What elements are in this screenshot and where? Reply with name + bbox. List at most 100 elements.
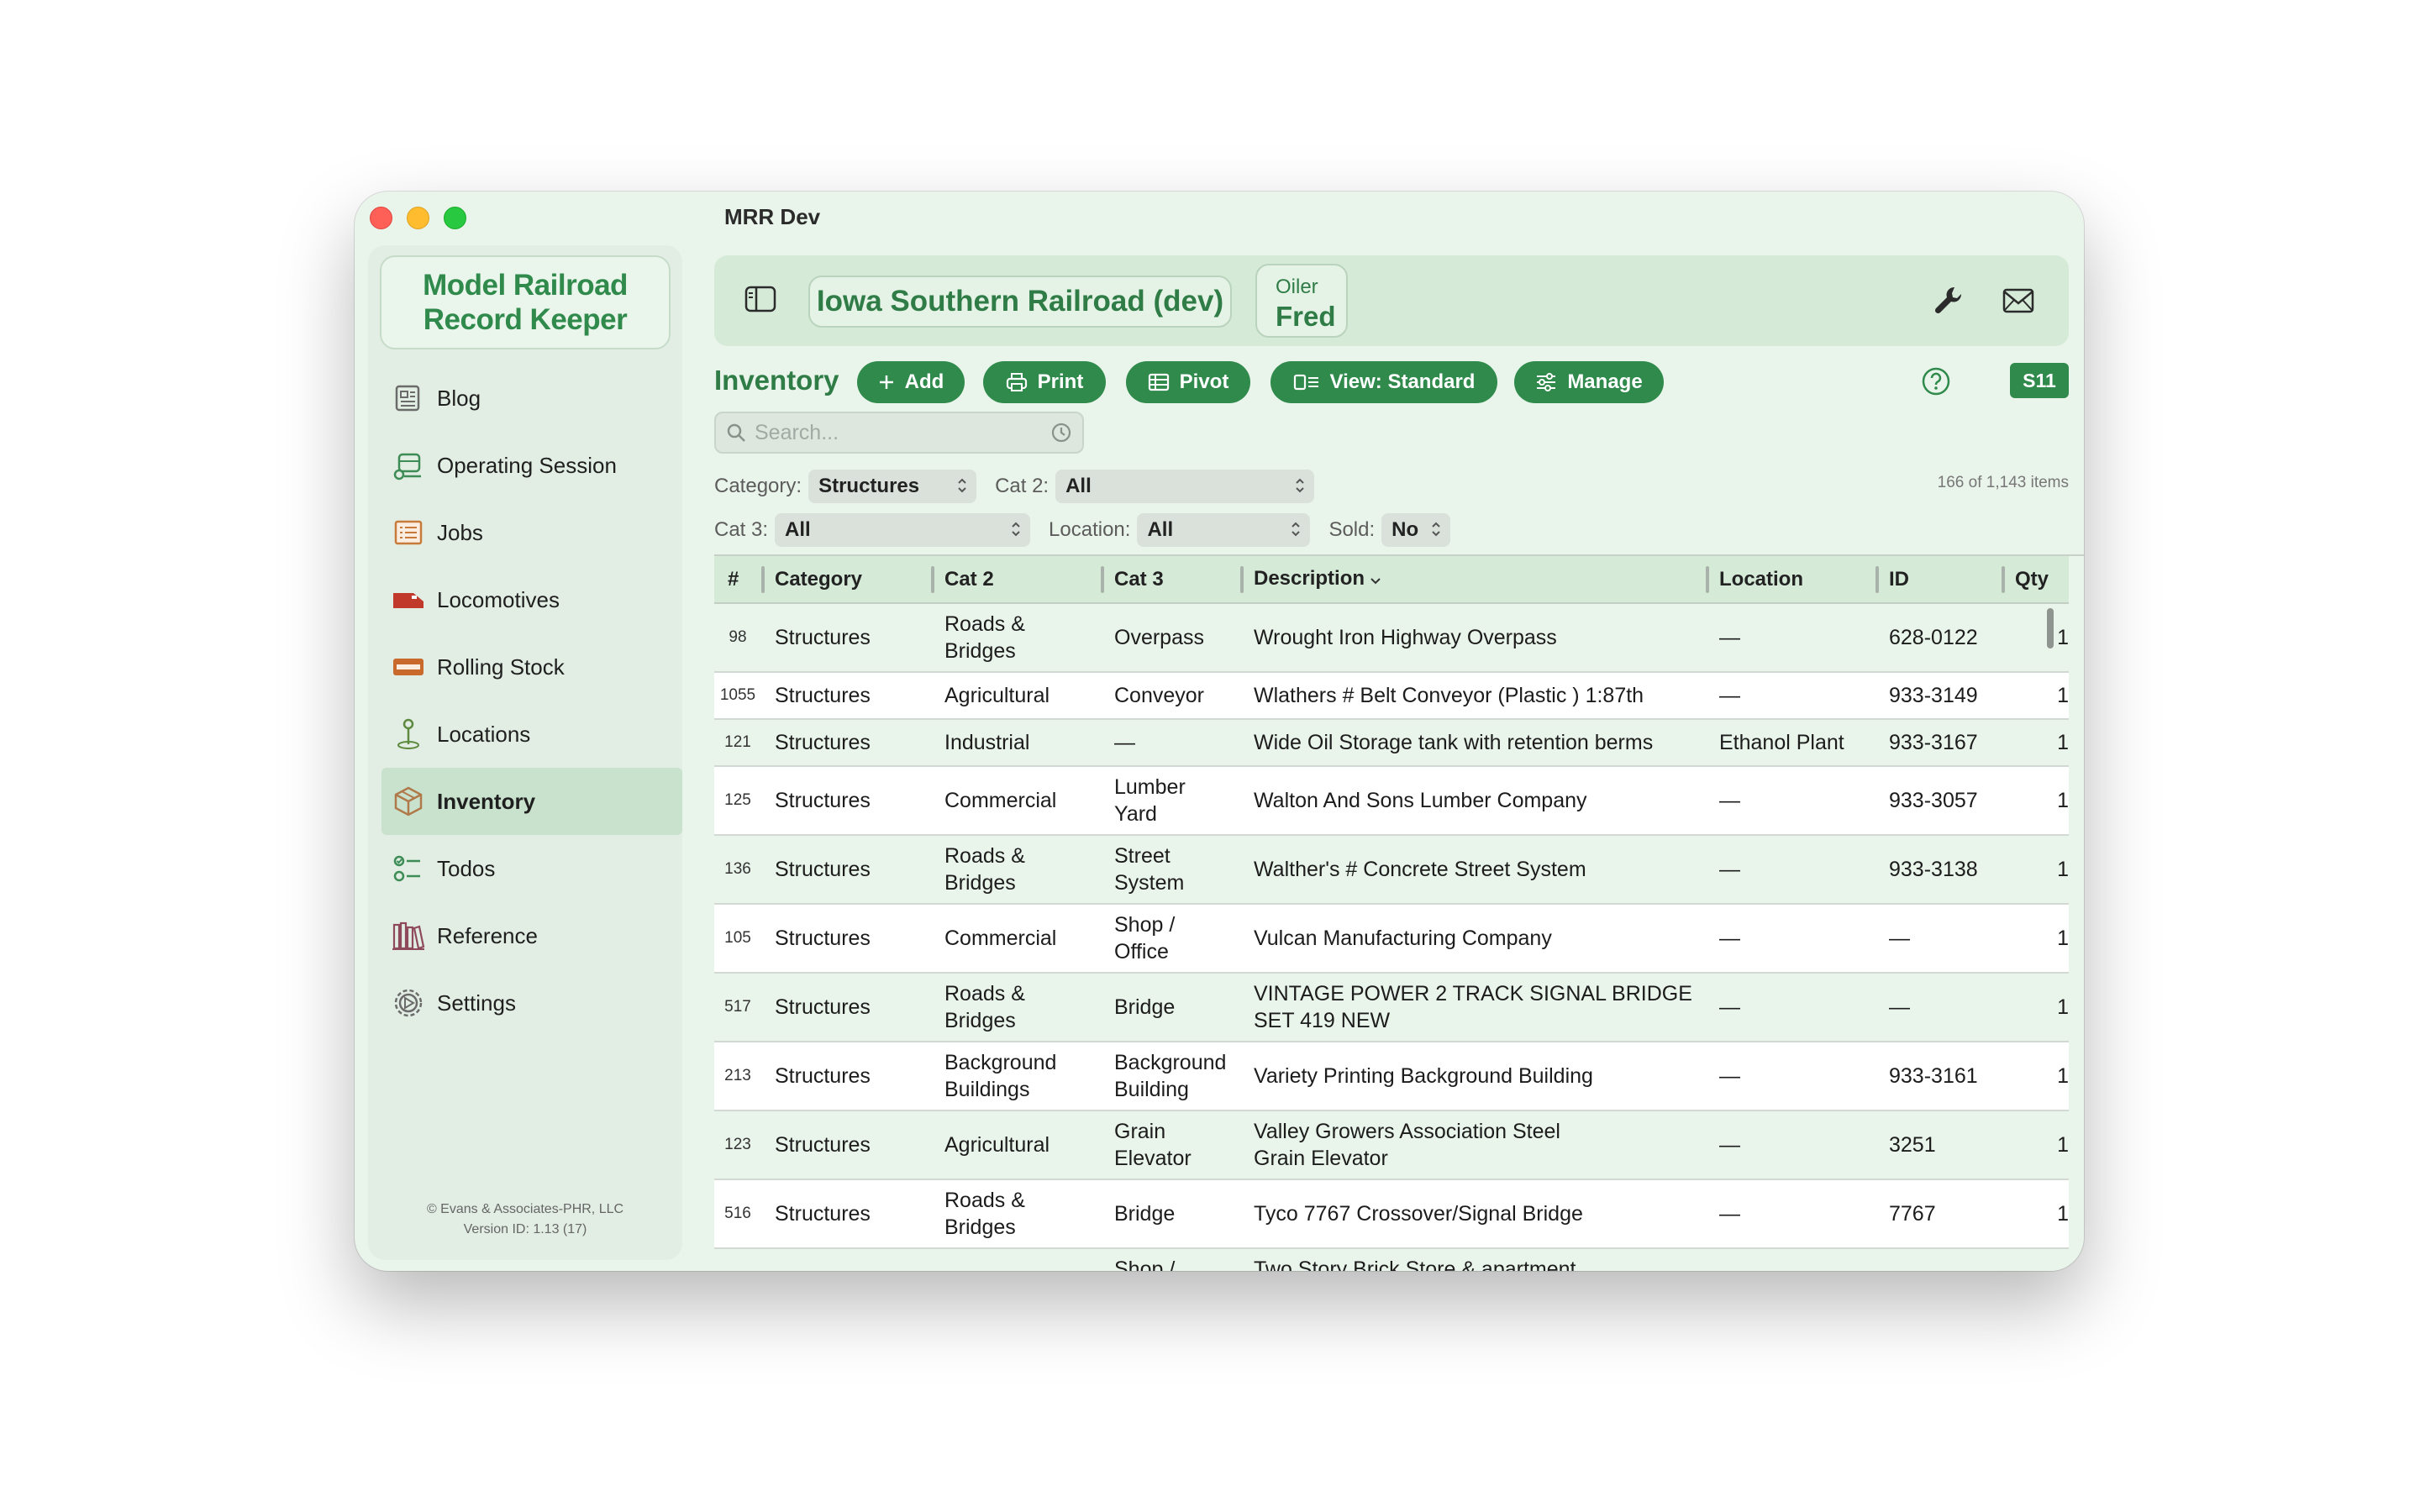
help-icon[interactable] xyxy=(1921,366,1951,401)
column-separator[interactable] xyxy=(761,566,765,593)
sidebar-item-label: Inventory xyxy=(437,788,536,814)
sidebar-item-rolling-stock[interactable]: Rolling Stock xyxy=(381,633,682,701)
sidebar-item-blog[interactable]: Blog xyxy=(381,365,682,432)
table-row[interactable]: 98 Structures Roads & Bridges Overpass Wroug… xyxy=(714,603,2069,673)
sidebar-item-label: Rolling Stock xyxy=(437,654,565,680)
qty-cell: 1 xyxy=(2002,835,2069,905)
column-header-cat3[interactable]: Cat 3 xyxy=(1101,556,1240,604)
table-row[interactable]: 125 Structures Commercial Lumber Yard Walton… xyxy=(714,766,2069,836)
list-icon xyxy=(392,516,425,549)
table-row[interactable]: 496StructuresCommercialShop / OfficeTwo … xyxy=(714,1248,2069,1271)
category-filter-select[interactable]: Structures xyxy=(808,470,977,503)
pivot-button[interactable]: Pivot xyxy=(1126,361,1250,403)
search-input[interactable] xyxy=(755,420,1050,445)
minimize-window-button[interactable] xyxy=(407,207,429,229)
railroad-selector-button[interactable]: Iowa Southern Railroad (dev) xyxy=(808,276,1232,328)
sidebar-item-operating-session[interactable]: Operating Session xyxy=(381,432,682,499)
sidebar-toggle-icon[interactable] xyxy=(744,286,776,317)
qty-cell: 1 xyxy=(2002,719,2069,767)
column-header-id[interactable]: ID xyxy=(1876,556,2002,604)
add-button[interactable]: Add xyxy=(857,361,965,403)
mail-icon[interactable] xyxy=(2002,287,2035,318)
newspaper-icon xyxy=(392,381,425,415)
column-header-description[interactable]: Description xyxy=(1240,556,1706,604)
updown-chevron-icon xyxy=(1294,476,1306,501)
description-cell: Walton And Sons Lumber Company xyxy=(1240,766,1706,836)
table-row[interactable]: 1055 Structures Agricultural Conveyor Wlathe… xyxy=(714,672,2069,720)
app-brand-label: Model Railroad Record Keeper xyxy=(423,269,628,336)
category-cell: Structures xyxy=(761,1248,931,1271)
description-cell: VINTAGE POWER 2 TRACK SIGNAL BRIDGE SET … xyxy=(1240,973,1706,1042)
search-field[interactable] xyxy=(714,412,1084,454)
location-filter-label: Location: xyxy=(1049,518,1131,541)
sold-filter-value: No xyxy=(1392,518,1419,541)
sidebar-item-locomotives[interactable]: Locomotives xyxy=(381,566,682,633)
column-header-number[interactable]: # xyxy=(714,556,761,604)
qty-cell: 1 xyxy=(2002,1042,2069,1111)
table-row[interactable]: 121 Structures Industrial — Wide Oil Storage… xyxy=(714,719,2069,767)
table-icon xyxy=(1148,373,1170,391)
id-cell: 7767 xyxy=(1876,1179,2002,1249)
scene-badge[interactable]: S11 xyxy=(2010,363,2069,398)
app-brand-button[interactable]: Model Railroad Record Keeper xyxy=(380,255,671,349)
sidebar-footer: © Evans & Associates-PHR, LLC Version ID… xyxy=(368,1200,682,1240)
category-cell: Structures xyxy=(761,835,931,905)
id-cell: 3251 xyxy=(1876,1110,2002,1180)
inventory-toolbar: Inventory Add Print Pivot View: Standard… xyxy=(714,358,2069,405)
location-cell: — xyxy=(1706,835,1876,905)
sidebar-item-reference[interactable]: Reference xyxy=(381,902,682,969)
sold-filter-select[interactable]: No xyxy=(1381,513,1451,547)
table-row[interactable]: 136 Structures Roads & Bridges Street Syste… xyxy=(714,835,2069,905)
table-row[interactable]: 123 Structures Agricultural Grain Elevator V… xyxy=(714,1110,2069,1180)
column-separator[interactable] xyxy=(931,566,934,593)
checklist-icon xyxy=(392,852,425,885)
category-cell: Structures xyxy=(761,719,931,767)
cat2-filter-select[interactable]: All xyxy=(1055,470,1315,503)
column-separator[interactable] xyxy=(2002,566,2005,593)
column-header-location[interactable]: Location xyxy=(1706,556,1876,604)
printer-icon xyxy=(1006,372,1028,392)
view-standard-button[interactable]: View: Standard xyxy=(1270,361,1497,403)
sidebar-item-settings[interactable]: Settings xyxy=(381,969,682,1037)
updown-chevron-icon xyxy=(1430,520,1442,544)
table-row[interactable]: 517 Structures Roads & Bridges Bridge VINTAG… xyxy=(714,973,2069,1042)
sliders-icon xyxy=(1535,373,1557,391)
row-number-cell: 105 xyxy=(714,904,761,974)
table-scrollbar[interactable] xyxy=(2047,608,2054,648)
sidebar-item-todos[interactable]: Todos xyxy=(381,835,682,902)
table-row[interactable]: 213 Structures Background Buildings Backgro… xyxy=(714,1042,2069,1111)
id-cell: 933-3057 xyxy=(1876,766,2002,836)
cat3-filter-select[interactable]: All xyxy=(775,513,1031,547)
column-header-category[interactable]: Category xyxy=(761,556,931,604)
location-filter-select[interactable]: All xyxy=(1137,513,1311,547)
column-header-label: Qty xyxy=(2015,567,2049,591)
manage-button[interactable]: Manage xyxy=(1514,361,1664,403)
sidebar-item-jobs[interactable]: Jobs xyxy=(381,499,682,566)
table-row[interactable]: 516 Structures Roads & Bridges Bridge Tyco 7… xyxy=(714,1179,2069,1249)
table-row[interactable]: 105 Structures Commercial Shop / Office Vulc… xyxy=(714,904,2069,974)
location-cell: — xyxy=(1706,1042,1876,1111)
print-button[interactable]: Print xyxy=(983,361,1106,403)
close-window-button[interactable] xyxy=(370,207,392,229)
id-cell: — xyxy=(1876,1248,2002,1271)
chevron-down-icon xyxy=(1370,568,1381,591)
sidebar-item-locations[interactable]: Locations xyxy=(381,701,682,768)
zoom-window-button[interactable] xyxy=(444,207,466,229)
map-pin-icon xyxy=(392,717,425,751)
wrench-icon[interactable] xyxy=(1933,284,1966,322)
sidebar-item-inventory[interactable]: Inventory xyxy=(381,768,682,835)
column-header-qty[interactable]: Qty xyxy=(2002,556,2069,604)
window-title: MRR Dev xyxy=(724,204,821,229)
column-separator[interactable] xyxy=(1101,566,1104,593)
sidebar-item-label: Operating Session xyxy=(437,452,617,478)
qty-cell: 1 xyxy=(2002,766,2069,836)
cat2-cell: Roads & Bridges xyxy=(931,603,1101,673)
category-cell: Structures xyxy=(761,973,931,1042)
column-header-cat2[interactable]: Cat 2 xyxy=(931,556,1101,604)
search-icon xyxy=(726,423,746,443)
user-button[interactable]: Oiler Fred xyxy=(1255,264,1348,338)
column-separator[interactable] xyxy=(1876,566,1879,593)
column-separator[interactable] xyxy=(1706,566,1709,593)
column-separator[interactable] xyxy=(1240,566,1244,593)
history-icon[interactable] xyxy=(1050,422,1072,444)
